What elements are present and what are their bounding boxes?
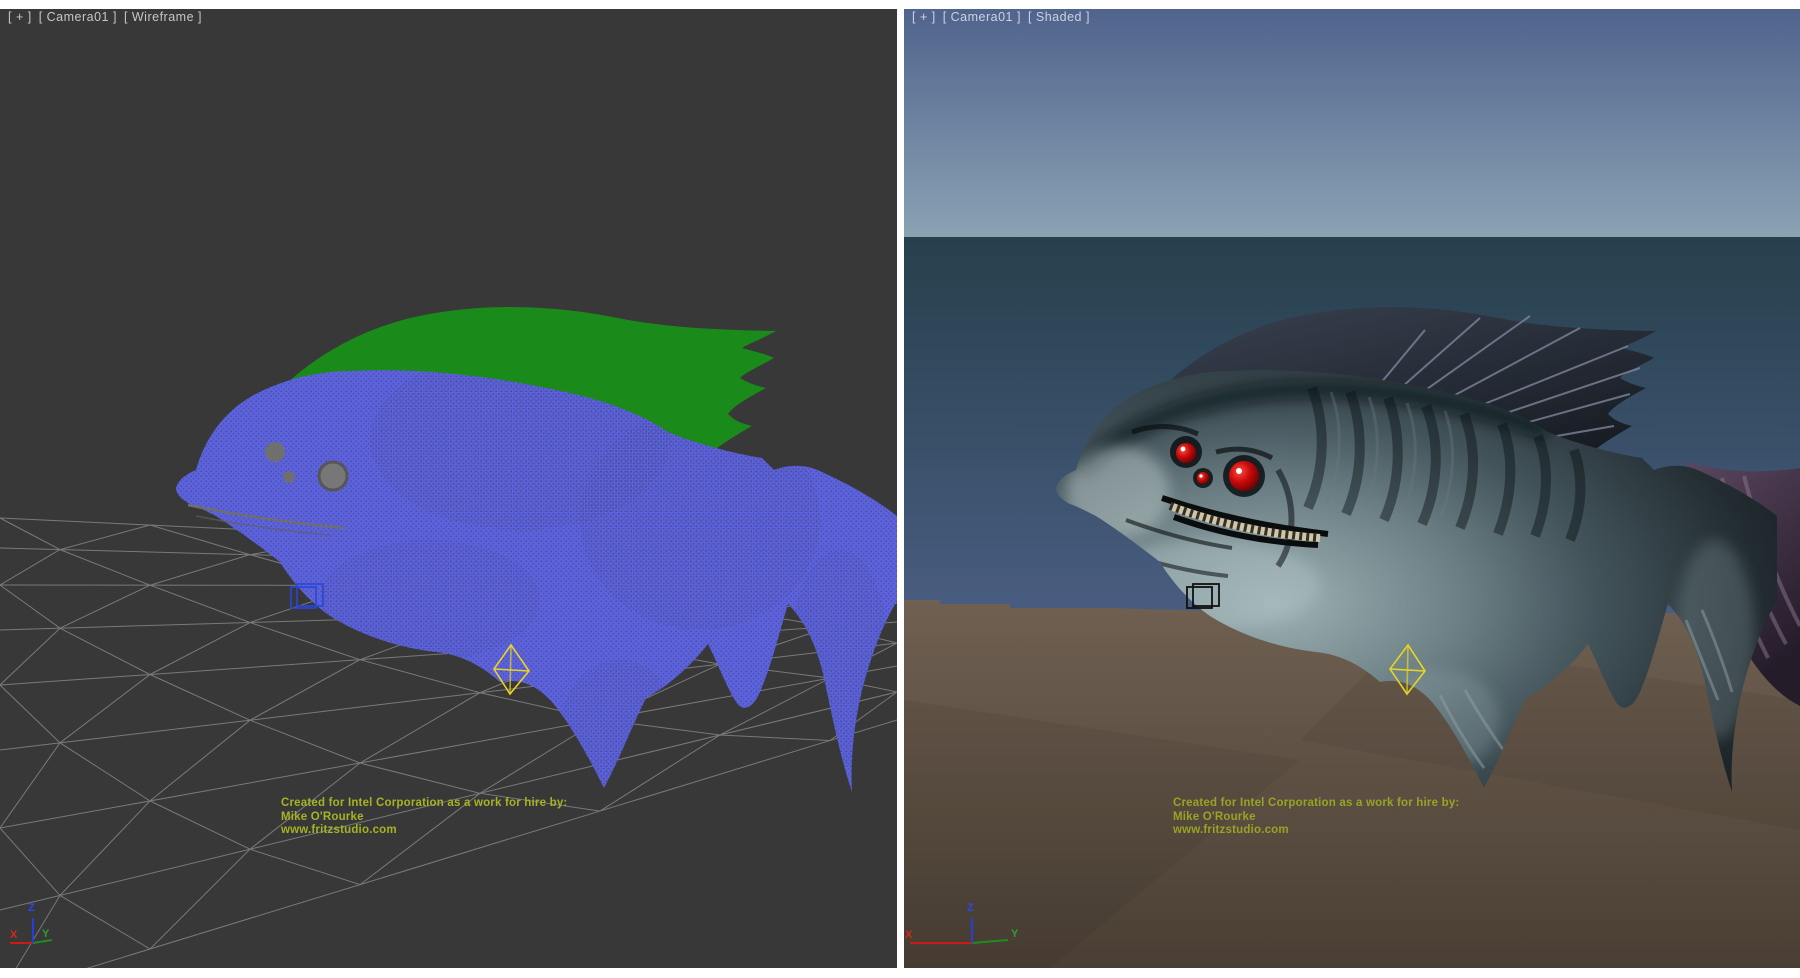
axis-x-label: X — [905, 930, 912, 941]
main-stage: [ + ] [ Camera01 ] [ Wireframe ] [ + ] [… — [0, 0, 1800, 978]
pov-viewport-menu[interactable]: [ Camera01 ] — [39, 10, 117, 24]
axis-z-label: Z — [28, 903, 35, 914]
sky-upper — [904, 9, 1800, 237]
general-viewport-menu[interactable]: [ + ] — [912, 10, 936, 24]
fish-eye-dot — [283, 471, 295, 483]
fish-eye-dot — [319, 462, 347, 490]
axis-y-label: Y — [42, 929, 49, 940]
credit-text: Created for Intel Corporation as a work … — [1173, 797, 1459, 838]
shading-viewport-menu[interactable]: [ Shaded ] — [1028, 10, 1090, 24]
axis-z-label: Z — [967, 903, 974, 914]
fish-eye-dot — [265, 442, 285, 462]
pov-viewport-menu[interactable]: [ Camera01 ] — [943, 10, 1021, 24]
viewport-label-left: [ + ] [ Camera01 ] [ Wireframe ] — [8, 10, 205, 24]
viewport-label-right: [ + ] [ Camera01 ] [ Shaded ] — [912, 10, 1093, 24]
shading-viewport-menu[interactable]: [ Wireframe ] — [124, 10, 202, 24]
axis-x-label: X — [10, 930, 17, 941]
axis-y-label: Y — [1011, 929, 1018, 940]
viewport-splitter[interactable] — [897, 0, 904, 978]
general-viewport-menu[interactable]: [ + ] — [8, 10, 32, 24]
credit-text: Created for Intel Corporation as a work … — [281, 797, 567, 838]
